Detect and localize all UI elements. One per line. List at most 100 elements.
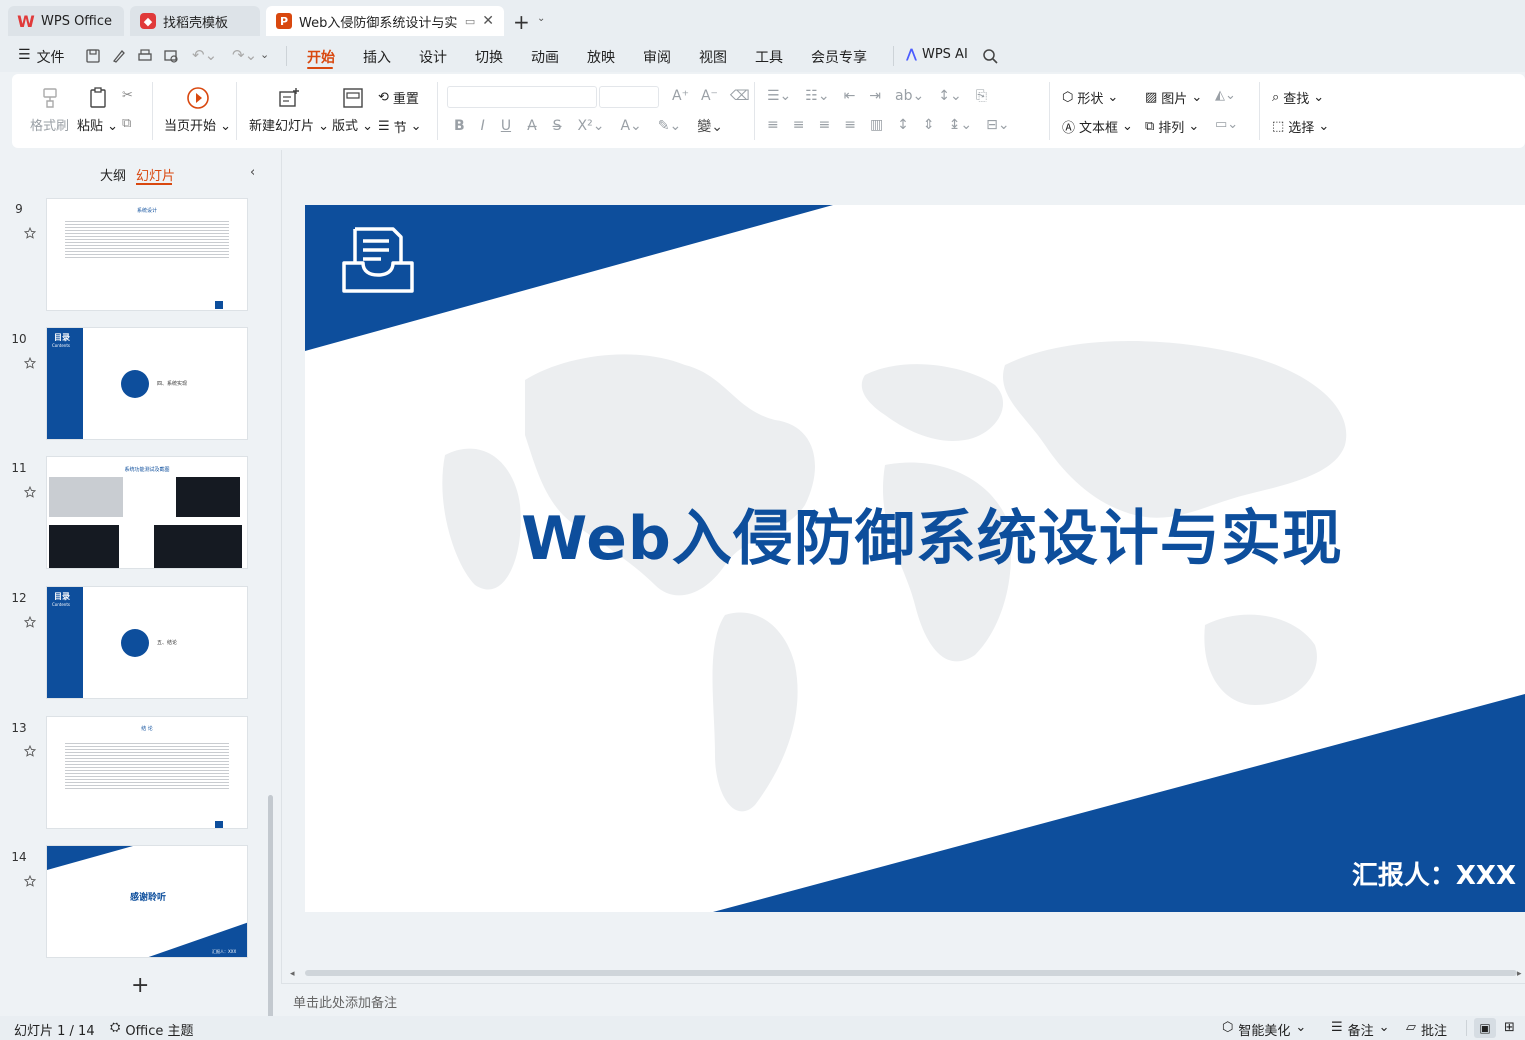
- slide-title[interactable]: Web入侵防御系统设计与实现: [305, 490, 1525, 577]
- grid-view-icon[interactable]: ⊞: [1504, 1020, 1515, 1035]
- convert-icon[interactable]: ⎘: [976, 88, 987, 104]
- search-icon[interactable]: [981, 47, 999, 65]
- phonetic-icon[interactable]: 變⌄: [697, 116, 723, 136]
- text-direction-icon[interactable]: ab⌄: [895, 88, 924, 104]
- tab-presentation[interactable]: P Web入侵防御系统设计与实现 ▭ ✕: [266, 6, 504, 36]
- scroll-right-icon[interactable]: ▸: [1517, 969, 1522, 979]
- scroll-left-icon[interactable]: ◂: [290, 969, 295, 979]
- slide-thumbnail-11[interactable]: 系统功能测试及截图: [46, 456, 248, 569]
- italic-icon[interactable]: I: [481, 118, 485, 134]
- font-size-select[interactable]: [599, 86, 659, 108]
- notes-placeholder[interactable]: 单击此处添加备注: [293, 992, 397, 1011]
- from-current-button[interactable]: 当页开始 ⌄: [164, 86, 231, 134]
- panel-scrollbar[interactable]: [268, 795, 273, 1040]
- strike-icon[interactable]: A̶: [527, 118, 537, 134]
- slide-thumbnail-14[interactable]: 感谢聆听 汇报人：XXX: [46, 845, 248, 958]
- bold-icon[interactable]: B: [454, 118, 465, 134]
- theme-button[interactable]: ⛭ Office 主题: [110, 1020, 194, 1039]
- undo-icon[interactable]: ↶⌄: [192, 46, 217, 64]
- tab-home[interactable]: 开始: [307, 47, 335, 67]
- shadow-icon[interactable]: S̶: [553, 118, 562, 134]
- close-icon[interactable]: ✕: [482, 13, 494, 29]
- decrease-font-icon[interactable]: A⁻: [701, 88, 718, 104]
- indent-icon[interactable]: ⇥: [869, 88, 881, 104]
- align-center-icon[interactable]: ≡: [793, 117, 805, 133]
- increase-font-icon[interactable]: A⁺: [672, 88, 689, 104]
- spacing-dropdown-icon[interactable]: ↨⌄: [949, 117, 972, 133]
- outline-button[interactable]: ▭⌄: [1215, 117, 1238, 132]
- font-family-select[interactable]: [447, 86, 597, 108]
- distribute-icon[interactable]: ▥: [870, 117, 883, 133]
- cut-icon[interactable]: ✂: [122, 88, 140, 106]
- chevron-down-icon[interactable]: ⌄: [537, 13, 545, 24]
- clear-format-icon[interactable]: ⌫: [730, 88, 750, 104]
- save-icon[interactable]: [84, 47, 102, 65]
- collapse-panel-icon[interactable]: ‹: [250, 165, 255, 180]
- star-icon[interactable]: [24, 616, 36, 628]
- tab-docer-templates[interactable]: ◆ 找稻壳模板: [130, 6, 260, 36]
- slide-canvas[interactable]: Web入侵防御系统设计与实现 汇报人：XXX: [305, 205, 1525, 912]
- tab-outline[interactable]: 大纲: [100, 165, 126, 184]
- reset-button[interactable]: ⟲ 重置: [378, 88, 419, 107]
- print-icon[interactable]: [136, 47, 154, 65]
- star-icon[interactable]: [24, 486, 36, 498]
- new-slide-button[interactable]: 新建幻灯片 ⌄: [249, 86, 329, 134]
- vertical-align-icon[interactable]: ⊟⌄: [986, 117, 1009, 133]
- bullets-icon[interactable]: ☰⌄: [767, 88, 791, 104]
- section-button[interactable]: ☰ 节 ⌄: [378, 117, 422, 136]
- star-icon[interactable]: [24, 227, 36, 239]
- layout-button[interactable]: 版式 ⌄: [332, 86, 373, 134]
- slide-thumbnail-13[interactable]: 结 论: [46, 716, 248, 829]
- tab-slides[interactable]: 幻灯片: [136, 165, 175, 184]
- tab-review[interactable]: 审阅: [643, 47, 671, 67]
- arrange-button[interactable]: ⧉ 排列 ⌄: [1145, 117, 1199, 136]
- slide-reporter[interactable]: 汇报人：XXX: [1352, 855, 1516, 892]
- highlight-icon[interactable]: ✎⌄: [658, 118, 681, 134]
- picture-button[interactable]: ▨ 图片 ⌄: [1145, 88, 1202, 107]
- slide-thumbnail-9[interactable]: 系统设计: [46, 198, 248, 311]
- normal-view-button[interactable]: ▣: [1474, 1018, 1496, 1038]
- slide-thumbnail-10[interactable]: 目录 Contents 四、系统实现: [46, 327, 248, 440]
- tab-member[interactable]: 会员专享: [811, 47, 867, 67]
- tab-slideshow[interactable]: 放映: [587, 47, 615, 67]
- justify-icon[interactable]: ≡: [844, 117, 856, 133]
- para-spacing-icon[interactable]: ⇕: [923, 117, 935, 133]
- numbering-icon[interactable]: ☷⌄: [805, 88, 829, 104]
- print-preview-icon[interactable]: [162, 47, 180, 65]
- tab-animation[interactable]: 动画: [531, 47, 559, 67]
- tab-transition[interactable]: 切换: [475, 47, 503, 67]
- star-icon[interactable]: [24, 745, 36, 757]
- notes-pane[interactable]: 单击此处添加备注: [281, 983, 1525, 1016]
- redo-icon[interactable]: ↷⌄: [232, 46, 257, 64]
- align-left-icon[interactable]: ≡: [767, 117, 779, 133]
- select-button[interactable]: ⬚ 选择 ⌄: [1272, 117, 1329, 136]
- more-chevron-icon[interactable]: ⌄: [260, 48, 269, 61]
- fill-button[interactable]: ◭⌄: [1215, 88, 1236, 103]
- monitor-icon[interactable]: ▭: [465, 15, 475, 28]
- format-painter-button[interactable]: 格式刷: [30, 86, 69, 134]
- shape-button[interactable]: ⬡ 形状 ⌄: [1062, 88, 1118, 107]
- paste-button[interactable]: 粘贴 ⌄: [77, 86, 118, 134]
- notes-button[interactable]: ☰ 备注 ⌄: [1331, 1020, 1390, 1039]
- wps-ai-button[interactable]: ⋀ WPS AI: [906, 47, 968, 62]
- outdent-icon[interactable]: ⇤: [844, 88, 856, 104]
- underline-icon[interactable]: U: [501, 118, 511, 134]
- textbox-button[interactable]: Ⓐ 文本框 ⌄: [1062, 117, 1133, 136]
- tab-tools[interactable]: 工具: [755, 47, 783, 67]
- add-slide-icon[interactable]: +: [131, 973, 149, 998]
- file-menu[interactable]: ☰ 文件: [18, 47, 65, 67]
- find-button[interactable]: ⌕ 查找 ⌄: [1272, 88, 1324, 107]
- sort-icon[interactable]: ↕⌄: [938, 88, 961, 104]
- slide-thumbnail-12[interactable]: 目录 Contents 五、结论: [46, 586, 248, 699]
- canvas-horizontal-scrollbar[interactable]: [305, 970, 1517, 976]
- copy-icon[interactable]: ⧉: [122, 116, 140, 134]
- smart-beautify-button[interactable]: ⬡ 智能美化 ⌄: [1222, 1020, 1306, 1039]
- pen-icon[interactable]: [110, 47, 128, 65]
- new-tab-icon[interactable]: +: [513, 10, 530, 34]
- star-icon[interactable]: [24, 875, 36, 887]
- line-spacing-icon[interactable]: ↕: [897, 117, 909, 133]
- tab-view[interactable]: 视图: [699, 47, 727, 67]
- tab-insert[interactable]: 插入: [363, 47, 391, 67]
- tab-design[interactable]: 设计: [419, 47, 447, 67]
- align-right-icon[interactable]: ≡: [818, 117, 830, 133]
